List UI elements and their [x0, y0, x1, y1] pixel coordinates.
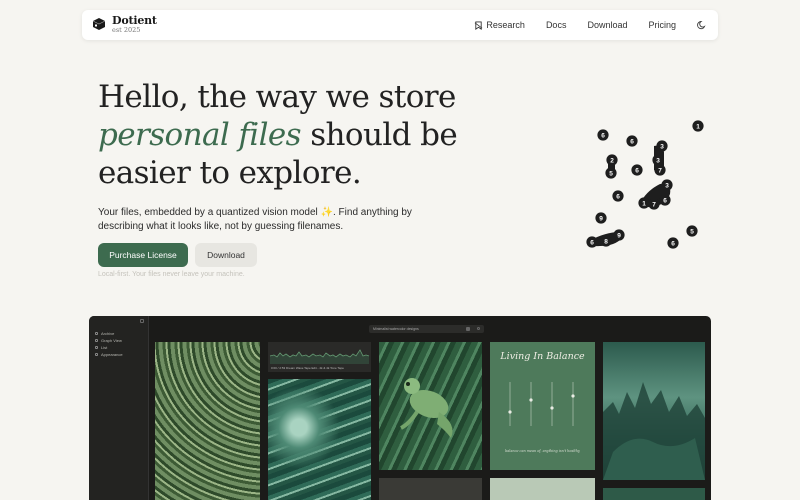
cluster-point-label: 9: [617, 232, 621, 239]
hero-title-line1: Hello, the way we store: [98, 79, 456, 115]
bookmark-icon: [475, 20, 483, 30]
poster-title: Living In Balance: [500, 351, 585, 362]
local-first-note: Local-first. Your files never leave your…: [98, 271, 245, 278]
cube-logo-icon: [92, 18, 106, 31]
nav-download-label: Download: [587, 20, 628, 30]
top-navbar: Dotient est 2025 Research Docs Download …: [82, 10, 718, 40]
hero-title: Hello, the way we store personal files s…: [98, 78, 458, 192]
cluster-point-label: 6: [663, 197, 667, 204]
nav-research[interactable]: Research: [474, 20, 525, 30]
nav-pricing[interactable]: Pricing: [648, 20, 676, 30]
image-tile-partial[interactable]: [603, 488, 705, 500]
brush-icon: [95, 353, 98, 356]
poster-sliders-illustration: [508, 382, 575, 426]
nav-download[interactable]: Download: [587, 20, 627, 30]
image-tile-frog[interactable]: [379, 342, 482, 470]
cluster-point-label: 3: [665, 182, 669, 189]
frog-illustration: [400, 378, 453, 438]
cluster-point-label: 1: [696, 123, 700, 130]
cluster-point-label: 5: [690, 228, 694, 235]
brand-est: est 2025: [112, 26, 141, 34]
image-tile-bamboo[interactable]: [155, 342, 260, 500]
cluster-point-label: 2: [610, 157, 614, 164]
cluster-point-label: 3: [660, 143, 664, 150]
search-clear-icon[interactable]: [466, 327, 470, 331]
image-tile-ruins[interactable]: [603, 342, 705, 480]
sidebar-item-appearance[interactable]: Appearance: [89, 351, 148, 358]
cluster-point-label: 7: [652, 201, 656, 208]
sidebar-item-archive[interactable]: Archive: [89, 330, 148, 337]
moon-icon: [697, 20, 706, 30]
brand[interactable]: Dotient est 2025: [91, 15, 157, 34]
audio-waveform-tile[interactable]: 0:00 / 2:53 Dream Wave Tape Edit - 4k & …: [268, 342, 371, 372]
nav-docs-label: Docs: [545, 20, 567, 30]
window-controls: [140, 319, 144, 323]
image-tile-partial[interactable]: [490, 478, 595, 500]
brand-name: Dotient: [112, 14, 157, 27]
purchase-license-button[interactable]: Purchase License: [98, 243, 188, 267]
app-preview-window: Archive Graph View List Appearance Minim…: [89, 316, 711, 500]
list-icon: [95, 346, 98, 349]
cluster-point-label: 6: [671, 240, 675, 247]
cluster-point-label: 7: [658, 167, 662, 174]
hero-title-line2: should be: [300, 117, 458, 153]
nav-pricing-label: Pricing: [648, 20, 676, 30]
theme-toggle[interactable]: [697, 20, 710, 30]
cluster-point-label: 6: [635, 167, 639, 174]
download-button[interactable]: Download: [195, 243, 257, 267]
image-tile-water[interactable]: [268, 379, 371, 500]
poster-footer: balance can mean of, anything isn't heal…: [505, 449, 580, 453]
cluster-point-label: 8: [604, 238, 608, 245]
cluster-point-label: 3: [656, 157, 660, 164]
image-tile-partial[interactable]: [379, 478, 482, 500]
cluster-point-label: 6: [601, 132, 605, 139]
nav-docs[interactable]: Docs: [546, 20, 567, 30]
archive-icon: [95, 332, 98, 335]
waveform-title: 0:00 / 2:53 Dream Wave Tape Edit - 4k & …: [271, 366, 344, 370]
nav-research-label: Research: [486, 20, 525, 30]
search-options-icon[interactable]: [477, 327, 480, 330]
graph-icon: [95, 339, 98, 342]
cluster-point-label: 9: [599, 215, 603, 222]
sidebar-label: List: [101, 345, 108, 350]
sidebar-item-list[interactable]: List: [89, 344, 148, 351]
waveform-chart: [269, 349, 370, 364]
sidebar-label: Graph View: [101, 338, 122, 343]
embedding-cluster-illustration: 16632 35 6 7631 7695986 6: [586, 120, 704, 249]
hero-title-emphasis: personal files: [98, 117, 302, 153]
sidebar-label: Archive: [101, 331, 115, 336]
cluster-point-label: 6: [630, 138, 634, 145]
cluster-point-label: 6: [590, 239, 594, 246]
cluster-point-label: 1: [642, 200, 646, 207]
cluster-point-label: 5: [609, 170, 613, 177]
cluster-point-label: 6: [616, 193, 620, 200]
hero-subtitle: Your files, embedded by a quantized visi…: [98, 207, 412, 232]
sidebar-label: Appearance: [101, 352, 123, 357]
poster-tile-living-in-balance[interactable]: Living In Balance balance can mean of, a…: [490, 342, 595, 470]
app-sidebar: Archive Graph View List Appearance: [89, 316, 149, 500]
ruins-illustration: [603, 382, 705, 480]
hero-title-line3: easier to explore.: [98, 155, 362, 191]
sidebar-item-graph-view[interactable]: Graph View: [89, 337, 148, 344]
